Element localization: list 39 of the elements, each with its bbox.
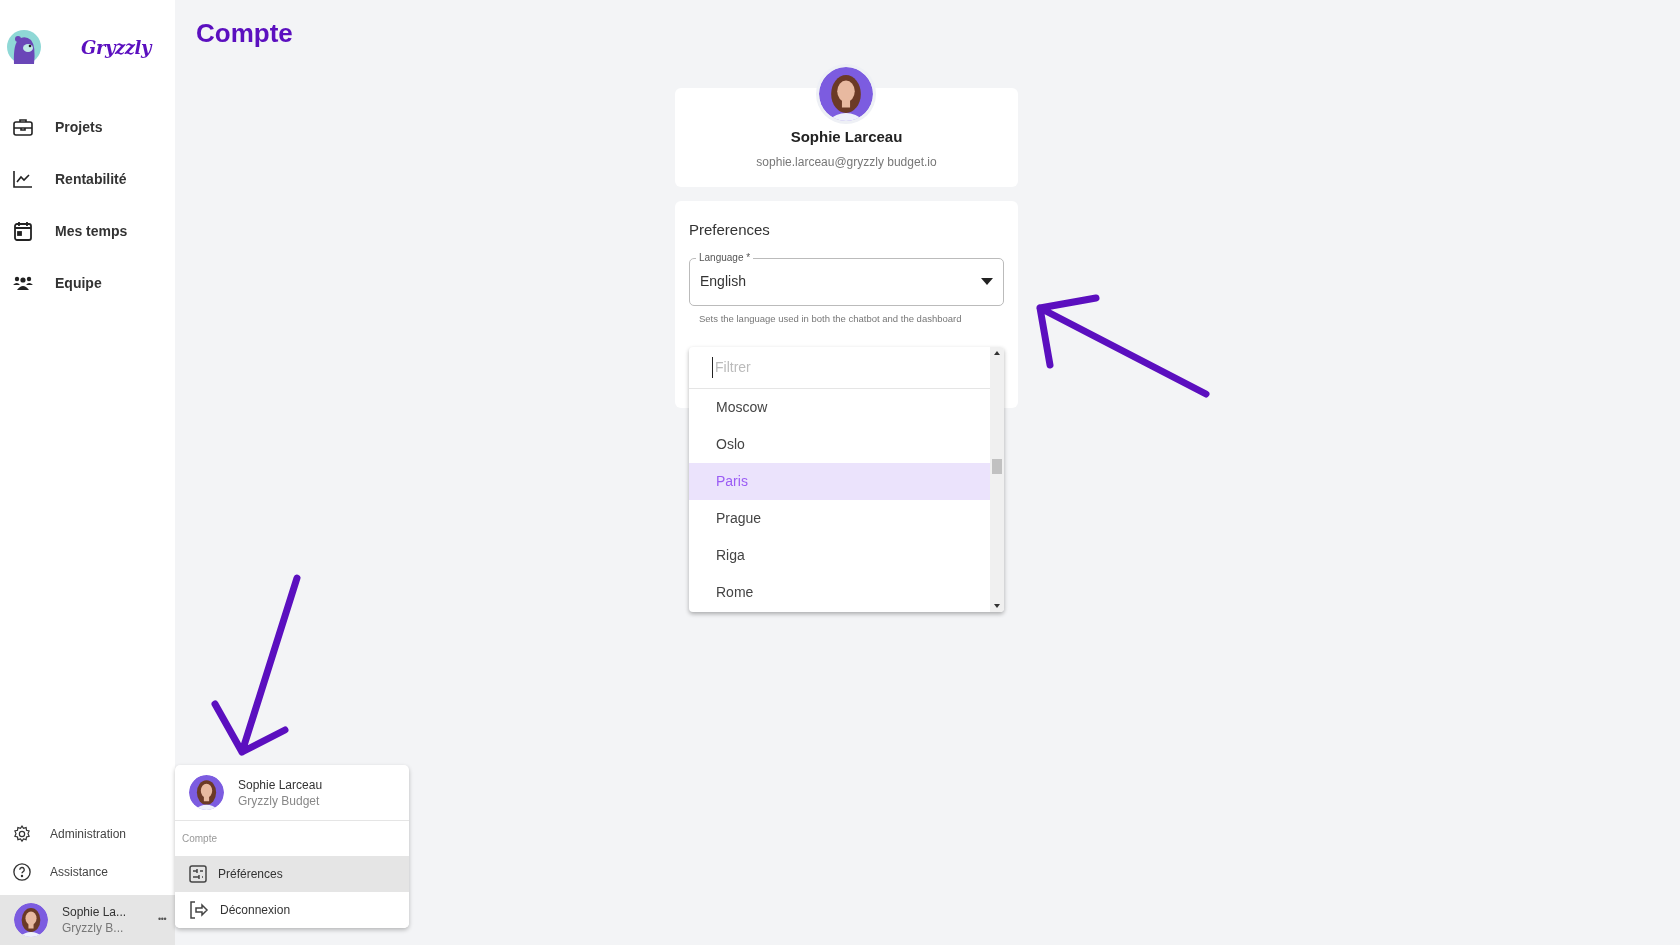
profile-name: Sophie Larceau: [790, 127, 903, 147]
timezone-option[interactable]: Prague: [689, 500, 990, 537]
field-label: Language *: [696, 250, 754, 264]
profile-email: sophie.larceau@gryzzly budget.io: [756, 153, 937, 171]
nav-item[interactable]: Projets: [0, 101, 175, 153]
nav-item[interactable]: Equipe: [0, 257, 175, 309]
user-org: Gryzzly B...: [62, 920, 125, 936]
nav-item[interactable]: Rentabilité: [0, 153, 175, 205]
bear-logo-icon: [7, 30, 41, 64]
timezone-option[interactable]: Rome: [689, 574, 990, 611]
dropdown-caret-icon: [981, 278, 993, 285]
menu-user-name: Sophie Larceau: [238, 776, 323, 793]
logo-text: Gryzzly: [81, 35, 151, 60]
menu-section-label: Compte: [181, 832, 218, 846]
menu-user-org: Gryzzly Budget: [238, 792, 321, 809]
line-chart-icon: [13, 170, 33, 188]
calendar-icon: [14, 221, 32, 241]
nav-item[interactable]: Administration: [0, 815, 175, 853]
nav-item[interactable]: Mes temps: [0, 205, 175, 257]
page-title: Compte: [196, 17, 293, 50]
more-button[interactable]: •••: [158, 913, 167, 927]
filter-field[interactable]: Filtrer: [712, 357, 912, 378]
sliders-icon: [189, 865, 207, 883]
menu-item[interactable]: Déconnexion: [175, 892, 409, 928]
section-title: Preferences: [689, 220, 771, 240]
scrollbar[interactable]: [990, 347, 1004, 612]
team-icon: [13, 275, 33, 291]
briefcase-icon: [13, 118, 33, 136]
timezone-option[interactable]: Oslo: [689, 426, 990, 463]
helper-text: Sets the language used in both the chatbot and the dashboard: [698, 311, 963, 326]
timezone-option[interactable]: Riga: [689, 537, 990, 574]
menu-item[interactable]: Préférences: [175, 856, 409, 892]
user-name: Sophie La...: [62, 904, 127, 920]
nav-item[interactable]: Assistance: [0, 853, 175, 891]
timezone-option[interactable]: Moscow: [689, 389, 990, 426]
settings-icon: [13, 825, 31, 843]
logout-icon: [189, 901, 209, 919]
user-row[interactable]: Sophie La... Gryzzly B... •••: [0, 895, 175, 945]
help-icon: [13, 863, 31, 881]
